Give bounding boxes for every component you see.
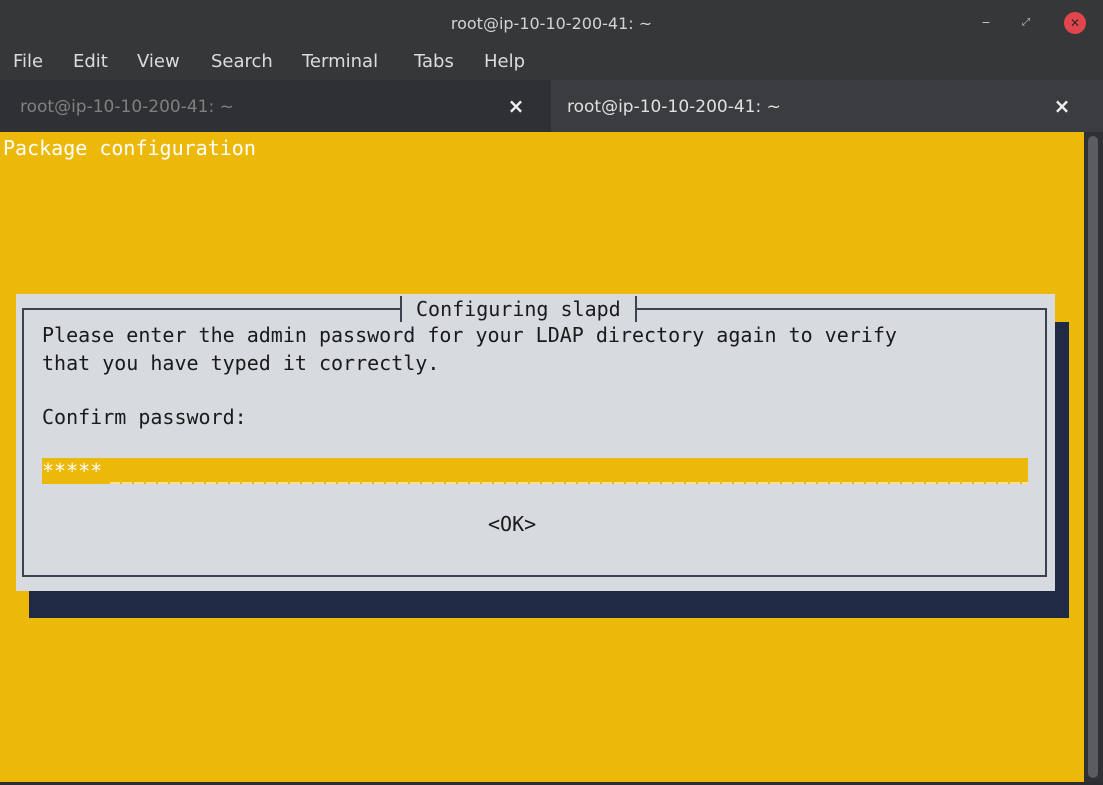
minimize-icon[interactable]: ‒ (975, 12, 997, 34)
close-icon[interactable]: ✕ (1064, 12, 1086, 34)
dialog-title: Configuring slapd (400, 296, 637, 322)
tab-terminal-2[interactable]: root@ip-10-10-200-41: ~ × (551, 80, 1103, 132)
input-underline (110, 482, 1028, 484)
menu-edit[interactable]: Edit (73, 46, 108, 80)
tab-terminal-1[interactable]: root@ip-10-10-200-41: ~ × (0, 80, 548, 132)
configuring-slapd-dialog: Configuring slapd Please enter the admin… (16, 294, 1055, 591)
maximize-icon[interactable]: ⤢ (1015, 12, 1037, 34)
menu-terminal[interactable]: Terminal (302, 46, 378, 80)
dialog-message-line-2: that you have typed it correctly. (42, 351, 440, 375)
menu-view[interactable]: View (137, 46, 180, 80)
menu-search[interactable]: Search (211, 46, 273, 80)
dialog-message-line-1: Please enter the admin password for your… (42, 323, 897, 347)
menu-tabs[interactable]: Tabs (414, 46, 454, 80)
scrollbar-thumb[interactable] (1088, 136, 1098, 778)
package-configuration-header: Package configuration (3, 136, 256, 160)
password-value: ***** (42, 459, 103, 483)
confirm-password-input[interactable]: ***** (42, 458, 1028, 484)
tab-label: root@ip-10-10-200-41: ~ (20, 97, 234, 117)
tab-bar: root@ip-10-10-200-41: ~ × root@ip-10-10-… (0, 80, 1103, 132)
menu-bar: File Edit View Search Terminal Tabs Help (0, 46, 1103, 80)
menu-file[interactable]: File (13, 46, 43, 80)
terminal-screen[interactable]: Package configuration Configuring slapd … (0, 132, 1084, 782)
confirm-password-label: Confirm password: (42, 405, 247, 429)
window-title: root@ip-10-10-200-41: ~ (450, 14, 653, 33)
terminal-scrollbar[interactable] (1084, 132, 1103, 782)
title-bar: root@ip-10-10-200-41: ~ ‒ ⤢ ✕ (0, 0, 1103, 46)
tab-close-icon[interactable]: × (505, 95, 527, 117)
ok-button[interactable]: <OK> (488, 510, 536, 538)
tab-close-icon[interactable]: × (1051, 95, 1073, 117)
tab-label: root@ip-10-10-200-41: ~ (567, 97, 781, 117)
menu-help[interactable]: Help (484, 46, 525, 80)
